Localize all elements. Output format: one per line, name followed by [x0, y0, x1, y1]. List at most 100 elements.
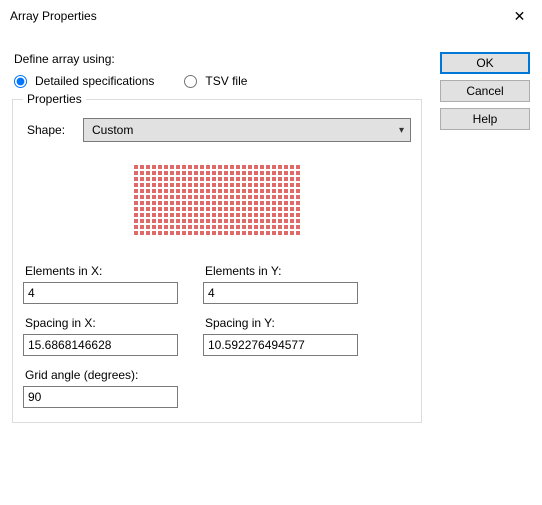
preview-dot	[158, 213, 162, 217]
label-grid-angle: Grid angle (degrees):	[25, 368, 183, 382]
preview-dot	[236, 219, 240, 223]
preview-dot	[194, 183, 198, 187]
preview-dot	[212, 183, 216, 187]
preview-dot	[242, 231, 246, 235]
preview-dot	[254, 201, 258, 205]
preview-dot	[134, 219, 138, 223]
field-elements-y: Elements in Y:	[203, 262, 363, 304]
preview-dot	[290, 201, 294, 205]
preview-dot	[152, 171, 156, 175]
preview-dot	[176, 213, 180, 217]
input-grid-angle[interactable]	[23, 386, 178, 408]
preview-dot	[260, 171, 264, 175]
preview-dot	[176, 165, 180, 169]
preview-dot	[242, 177, 246, 181]
preview-dot	[254, 225, 258, 229]
preview-dot	[290, 171, 294, 175]
preview-dot	[284, 183, 288, 187]
input-elements-y[interactable]	[203, 282, 358, 304]
preview-dot	[146, 219, 150, 223]
preview-dot	[176, 177, 180, 181]
preview-dot	[188, 183, 192, 187]
preview-dot	[140, 189, 144, 193]
preview-dot	[248, 183, 252, 187]
input-spacing-x[interactable]	[23, 334, 178, 356]
preview-dot	[218, 231, 222, 235]
preview-dot	[266, 189, 270, 193]
shape-select[interactable]: Custom ▾	[83, 118, 411, 142]
radio-detailed-input[interactable]	[14, 75, 27, 88]
preview-dot	[248, 207, 252, 211]
preview-dot	[224, 171, 228, 175]
preview-dot	[146, 225, 150, 229]
preview-dot	[230, 219, 234, 223]
preview-dot	[230, 201, 234, 205]
preview-dot	[290, 213, 294, 217]
input-elements-x[interactable]	[23, 282, 178, 304]
preview-dot	[146, 177, 150, 181]
radio-tsv[interactable]: TSV file	[184, 74, 247, 88]
preview-dot	[158, 231, 162, 235]
preview-dot	[224, 195, 228, 199]
preview-dot	[248, 177, 252, 181]
preview-dot	[170, 207, 174, 211]
close-button[interactable]: ✕	[497, 1, 542, 31]
preview-dot	[146, 183, 150, 187]
preview-dot	[254, 165, 258, 169]
preview-dot	[170, 195, 174, 199]
preview-dot	[134, 207, 138, 211]
preview-dot	[176, 195, 180, 199]
preview-dot	[158, 201, 162, 205]
preview-dot	[236, 195, 240, 199]
radio-tsv-label: TSV file	[205, 74, 247, 88]
field-spacing-x: Spacing in X:	[23, 314, 183, 356]
preview-dot	[188, 219, 192, 223]
preview-dot	[200, 189, 204, 193]
preview-dot	[260, 195, 264, 199]
preview-dot	[200, 177, 204, 181]
preview-dot	[194, 207, 198, 211]
preview-dot	[140, 207, 144, 211]
preview-dot	[230, 213, 234, 217]
preview-dot	[254, 213, 258, 217]
cancel-button[interactable]: Cancel	[440, 80, 530, 102]
label-elements-x: Elements in X:	[25, 264, 183, 278]
preview-dot	[290, 225, 294, 229]
preview-dot	[134, 213, 138, 217]
preview-dot	[224, 231, 228, 235]
preview-dot	[296, 225, 300, 229]
preview-dot	[260, 219, 264, 223]
preview-dot	[266, 213, 270, 217]
ok-button[interactable]: OK	[440, 52, 530, 74]
preview-dot	[272, 189, 276, 193]
preview-dot	[188, 213, 192, 217]
preview-dot	[254, 183, 258, 187]
preview-dot	[188, 177, 192, 181]
preview-dot	[170, 213, 174, 217]
preview-dot	[170, 165, 174, 169]
radio-detailed[interactable]: Detailed specifications	[14, 74, 154, 88]
preview-dot	[260, 225, 264, 229]
intro-label: Define array using:	[14, 52, 422, 66]
radio-tsv-input[interactable]	[184, 75, 197, 88]
preview-dot	[236, 177, 240, 181]
preview-dot	[236, 207, 240, 211]
preview-dot	[284, 189, 288, 193]
preview-dot	[242, 195, 246, 199]
preview-dot	[134, 201, 138, 205]
preview-dot	[296, 177, 300, 181]
preview-dot	[188, 207, 192, 211]
preview-dot	[182, 171, 186, 175]
preview-dot	[296, 189, 300, 193]
preview-dot	[296, 165, 300, 169]
preview-dot	[248, 225, 252, 229]
preview-dot	[272, 207, 276, 211]
preview-dot	[242, 213, 246, 217]
shape-row: Shape: Custom ▾	[23, 118, 411, 142]
help-button[interactable]: Help	[440, 108, 530, 130]
dialog-content: Define array using: Detailed specificati…	[0, 32, 542, 435]
input-spacing-y[interactable]	[203, 334, 358, 356]
radio-detailed-label: Detailed specifications	[35, 74, 154, 88]
preview-dot	[278, 231, 282, 235]
preview-dot	[266, 183, 270, 187]
